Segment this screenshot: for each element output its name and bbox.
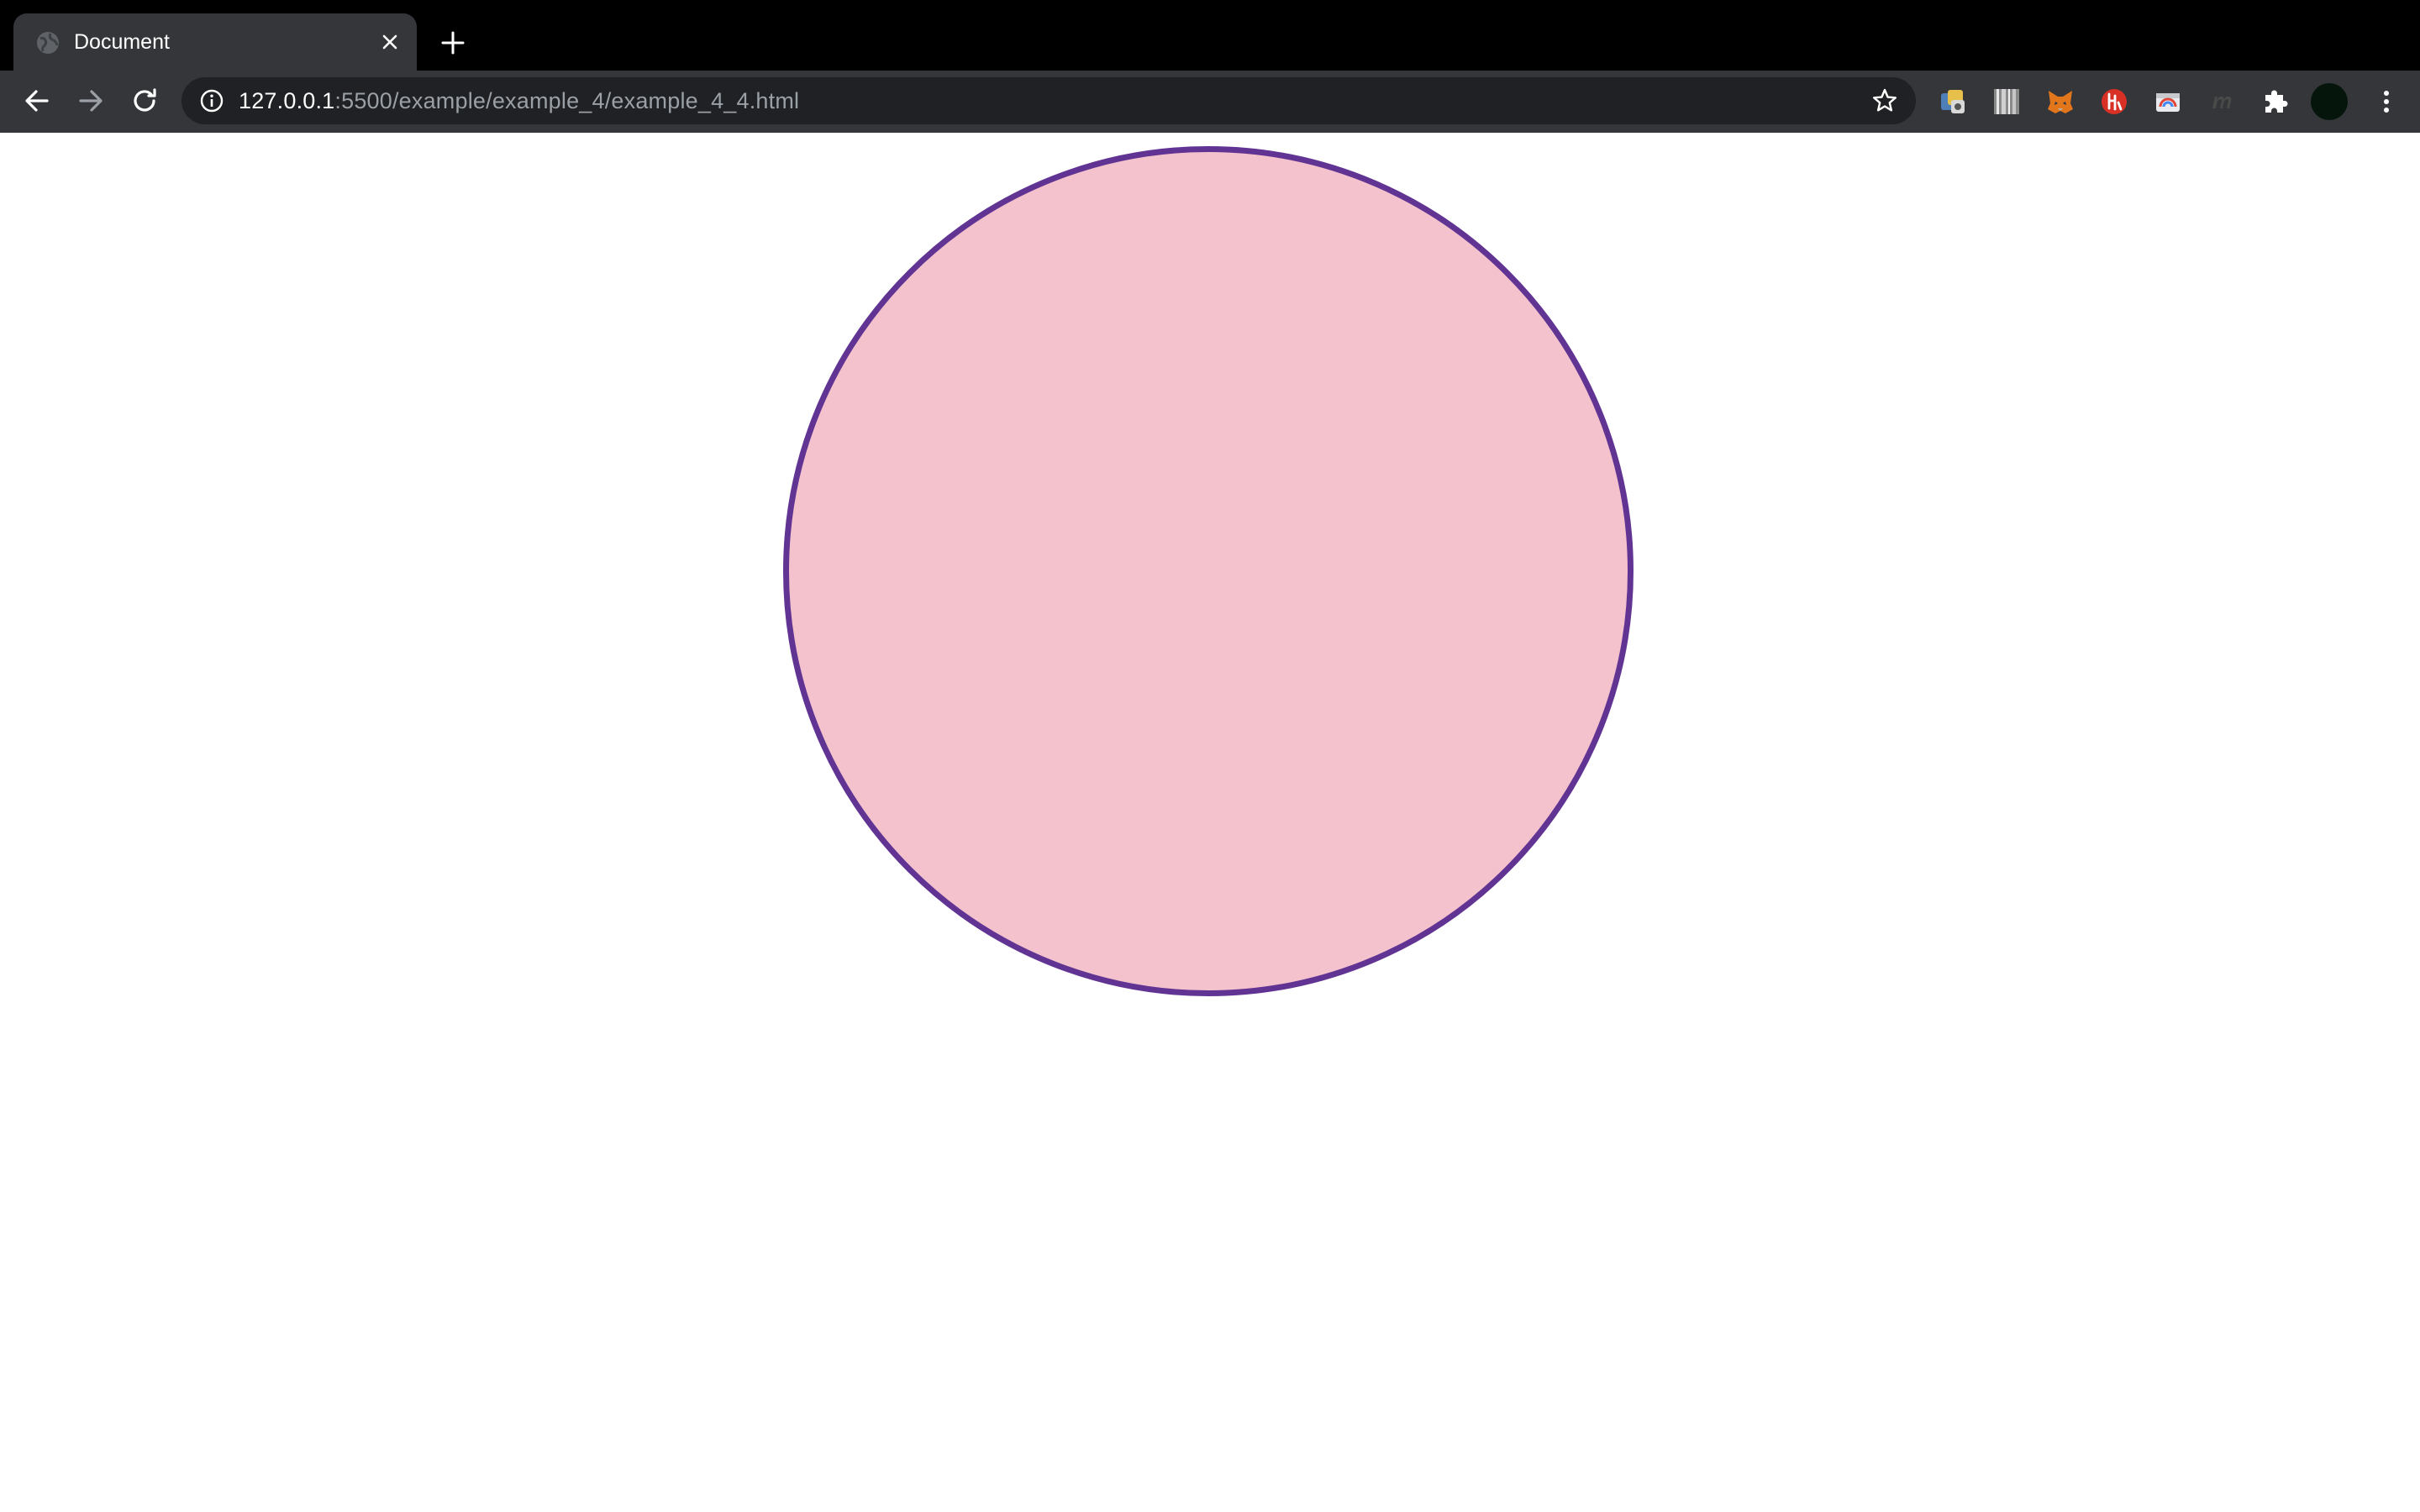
tampermonkey-extension-icon[interactable] bbox=[1938, 87, 1968, 117]
plus-icon bbox=[441, 31, 465, 55]
faded-m-extension-icon[interactable] bbox=[2207, 87, 2237, 117]
red-circle-extension-icon[interactable] bbox=[2099, 87, 2129, 117]
tab-title: Document bbox=[74, 30, 170, 54]
card-extension-icon[interactable] bbox=[2153, 87, 2183, 117]
tab-strip: Document bbox=[0, 0, 2420, 71]
metamask-fox-extension-icon[interactable] bbox=[2045, 87, 2075, 117]
page-viewport bbox=[0, 133, 2420, 1512]
barcode-extension-icon[interactable] bbox=[1991, 87, 2022, 117]
url-path: :5500/example/example_4/example_4_4.html bbox=[334, 88, 800, 113]
url-text[interactable]: 127.0.0.1:5500/example/example_4/example… bbox=[239, 85, 799, 117]
back-button[interactable] bbox=[20, 84, 54, 118]
arrow-left-icon bbox=[25, 90, 49, 112]
puzzle-piece-icon[interactable] bbox=[2260, 87, 2291, 117]
info-icon[interactable] bbox=[198, 87, 225, 114]
browser-window: Document 127.0.0.1:5500/example/example_… bbox=[0, 0, 2420, 1512]
tab-document[interactable]: Document bbox=[13, 13, 417, 71]
pink-circle bbox=[783, 146, 1634, 996]
reload-button[interactable] bbox=[128, 84, 161, 118]
address-bar[interactable]: 127.0.0.1:5500/example/example_4/example… bbox=[182, 77, 1916, 124]
reload-icon bbox=[134, 88, 156, 112]
avatar[interactable] bbox=[2311, 83, 2348, 120]
forward-button[interactable] bbox=[74, 84, 108, 118]
vertical-dots-icon bbox=[2384, 91, 2389, 113]
url-host: 127.0.0.1 bbox=[239, 88, 335, 113]
star-icon[interactable] bbox=[1870, 87, 1899, 115]
toolbar: 127.0.0.1:5500/example/example_4/example… bbox=[0, 71, 2420, 133]
close-icon[interactable] bbox=[376, 29, 403, 55]
menu-button[interactable] bbox=[2370, 85, 2403, 118]
new-tab-button[interactable] bbox=[439, 29, 467, 57]
arrow-right-icon bbox=[79, 90, 103, 112]
globe-icon bbox=[35, 30, 60, 55]
